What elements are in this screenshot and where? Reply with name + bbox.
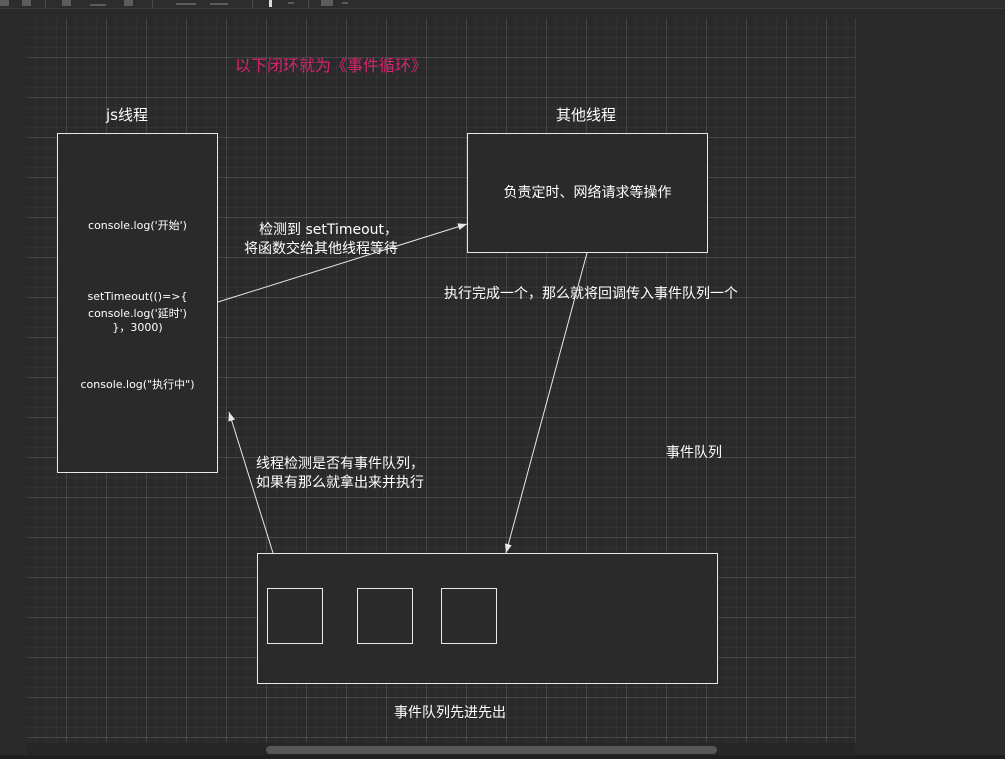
- other-thread-heading: 其他线程: [556, 106, 617, 124]
- other-thread-box[interactable]: 负责定时、网络请求等操作: [467, 133, 708, 253]
- toolbar: [0, 0, 1005, 9]
- toolbar-separator: [45, 0, 46, 8]
- insert-dropdown-icon[interactable]: [288, 2, 294, 4]
- fill-color-icon[interactable]: [62, 0, 71, 6]
- waypoint-icon[interactable]: [210, 3, 228, 5]
- diagram-title: 以下闭环就为《事件循环》: [235, 56, 428, 75]
- page-icon[interactable]: [0, 0, 9, 6]
- insert-icon[interactable]: [269, 0, 272, 7]
- connection-icon[interactable]: [176, 3, 196, 5]
- toolbar-separator: [308, 0, 309, 8]
- scrollbar-thumb[interactable]: [266, 746, 717, 754]
- event-queue-label: 事件队列: [666, 445, 722, 461]
- event-queue-box[interactable]: [257, 553, 718, 684]
- js-thread-box[interactable]: console.log('开始') setTimeout(()=>{ conso…: [57, 133, 218, 473]
- queue-slot[interactable]: [357, 588, 413, 644]
- event-queue-caption: 事件队列先进先出: [394, 705, 506, 721]
- status-strip: [0, 755, 1005, 759]
- code-line-timeout-end: }，3000): [112, 321, 163, 334]
- shadow-icon[interactable]: [124, 0, 133, 6]
- code-line-settimeout: setTimeout(()=>{: [87, 290, 188, 303]
- code-line-start: console.log('开始'): [88, 219, 187, 232]
- other-thread-text: 负责定时、网络请求等操作: [503, 184, 672, 201]
- code-line-running: console.log("执行中"): [80, 378, 195, 391]
- note-callback-to-queue: 执行完成一个，那么就将回调传入事件队列一个: [444, 286, 738, 302]
- note-settimeout-line1: 检测到 setTimeout，: [259, 222, 399, 238]
- queue-slot[interactable]: [267, 588, 323, 644]
- table-dropdown-icon[interactable]: [342, 2, 348, 4]
- note-check-queue-line2: 如果有那么就拿出来并执行: [256, 475, 424, 491]
- toolbar-separator: [252, 0, 253, 8]
- note-settimeout-line2: 将函数交给其他线程等待: [244, 241, 398, 257]
- queue-slot[interactable]: [441, 588, 497, 644]
- line-color-icon[interactable]: [90, 4, 106, 6]
- note-check-queue-line1: 线程检测是否有事件队列，: [256, 456, 424, 472]
- js-thread-heading: js线程: [106, 106, 148, 124]
- table-icon[interactable]: [321, 0, 333, 6]
- copy-icon[interactable]: [22, 0, 31, 6]
- toolbar-separator: [152, 0, 153, 8]
